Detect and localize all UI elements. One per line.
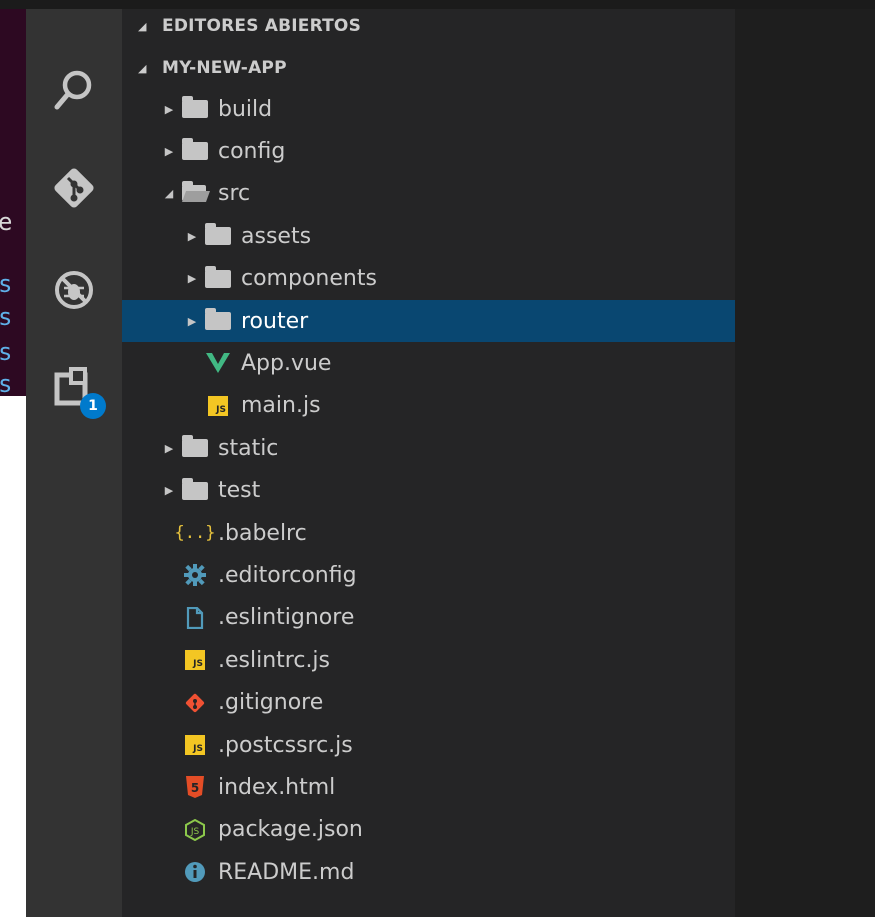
tree-item-src[interactable]: ◢ src	[122, 173, 735, 215]
collapsed-arrow-icon[interactable]: ▶	[162, 484, 176, 497]
collapse-arrow-icon: ◢	[138, 19, 147, 33]
tree-item-label: router	[241, 308, 309, 334]
tree-item-label: src	[218, 181, 251, 207]
js-file-icon: JS	[203, 395, 233, 417]
folder-icon	[180, 96, 210, 120]
tree-item-babelrc[interactable]: {..} .babelrc	[122, 512, 735, 554]
explorer-sidebar: ◢ EDITORES ABIERTOS ◢ MY-NEW-APP ▶ build ▶…	[122, 0, 735, 917]
folder-open-icon	[180, 180, 211, 205]
info-icon	[180, 861, 210, 883]
collapsed-arrow-icon[interactable]: ▶	[185, 272, 199, 285]
tree-item-label: README.md	[218, 859, 355, 885]
tree-item-label: build	[218, 96, 273, 122]
terminal-char: s	[0, 370, 13, 398]
collapsed-arrow-icon[interactable]: ▶	[162, 103, 176, 116]
tree-item-eslintignore[interactable]: .eslintignore	[122, 597, 735, 639]
tree-item-test[interactable]: ▶ test	[122, 470, 735, 512]
open-editors-label: EDITORES ABIERTOS	[162, 16, 362, 36]
tree-item-main-js[interactable]: JS main.js	[122, 385, 735, 427]
html-file-icon: 5	[180, 776, 210, 799]
collapsed-arrow-icon[interactable]: ▶	[162, 442, 176, 455]
tree-item-postcssrc-js[interactable]: JS .postcssrc.js	[122, 724, 735, 766]
collapsed-arrow-icon[interactable]: ▶	[185, 315, 199, 328]
tree-item-label: assets	[241, 223, 312, 249]
tree-item-label: main.js	[241, 393, 321, 419]
terminal-char: s	[0, 338, 13, 366]
tree-item-label: config	[218, 138, 286, 164]
tree-item-assets[interactable]: ▶ assets	[122, 215, 735, 257]
tree-item-gitignore[interactable]: .gitignore	[122, 682, 735, 724]
collapsed-arrow-icon[interactable]: ▶	[162, 145, 176, 158]
tree-item-label: .postcssrc.js	[218, 732, 353, 758]
expanded-arrow-icon[interactable]: ◢	[162, 187, 176, 200]
tree-item-eslintrc-js[interactable]: JS .eslintrc.js	[122, 639, 735, 681]
tree-item-label: .editorconfig	[218, 562, 357, 588]
tree-item-label: .eslintrc.js	[218, 647, 331, 673]
folder-icon	[180, 138, 210, 162]
extensions-badge: 1	[80, 393, 106, 419]
terminal-fragment: e s s s s	[0, 0, 26, 396]
terminal-char: s	[0, 270, 13, 298]
collapse-arrow-icon: ◢	[138, 61, 147, 75]
project-label: MY-NEW-APP	[162, 58, 287, 78]
git-file-icon	[180, 692, 210, 714]
folder-icon	[180, 435, 210, 459]
svg-text:JS: JS	[190, 827, 200, 837]
terminal-char: e	[0, 208, 13, 236]
tree-item-index-html[interactable]: 5 index.html	[122, 766, 735, 808]
file-icon	[180, 606, 210, 629]
tree-item-label: components	[241, 266, 377, 292]
tree-item-label: .babelrc	[218, 520, 307, 546]
editor-area	[735, 0, 875, 917]
vue-file-icon	[203, 352, 233, 374]
tree-item-readme-md[interactable]: README.md	[122, 851, 735, 893]
activity-bar: 1	[26, 0, 122, 917]
folder-icon	[180, 477, 210, 502]
folder-icon	[203, 308, 233, 332]
debug-icon[interactable]	[46, 262, 102, 318]
git-icon[interactable]	[46, 160, 102, 216]
js-file-icon: JS	[180, 649, 210, 671]
tree-item-package-json[interactable]: JS package.json	[122, 809, 735, 851]
folder-icon	[203, 265, 233, 290]
tree-item-label: static	[218, 435, 279, 461]
tree-item-label: .eslintignore	[218, 605, 355, 631]
node-file-icon: JS	[180, 818, 210, 841]
tree-item-label: index.html	[218, 774, 336, 800]
tree-item-static[interactable]: ▶ static	[122, 427, 735, 469]
tree-item-components[interactable]: ▶ components	[122, 258, 735, 300]
folder-icon	[203, 223, 233, 247]
tree-item-build[interactable]: ▶ build	[122, 88, 735, 130]
svg-text:5: 5	[191, 781, 199, 795]
top-edge	[0, 0, 875, 9]
tree-item-router[interactable]: ▶ router	[122, 300, 735, 342]
json-file-icon: {..}	[174, 523, 216, 543]
open-editors-header[interactable]: ◢ EDITORES ABIERTOS	[122, 8, 735, 44]
collapsed-arrow-icon[interactable]: ▶	[185, 230, 199, 243]
tree-item-label: .gitignore	[218, 690, 324, 716]
tree-item-app-vue[interactable]: App.vue	[122, 342, 735, 384]
tree-item-config[interactable]: ▶ config	[122, 130, 735, 172]
tree-item-label: package.json	[218, 817, 363, 843]
tree-item-editorconfig[interactable]: .editorconfig	[122, 554, 735, 596]
js-file-icon: JS	[180, 734, 210, 756]
project-header[interactable]: ◢ MY-NEW-APP	[122, 50, 735, 86]
terminal-char: s	[0, 303, 13, 331]
tree-item-label: App.vue	[241, 350, 332, 376]
search-icon[interactable]	[46, 62, 102, 118]
gear-icon	[180, 564, 210, 587]
tree-item-label: test	[218, 478, 261, 504]
